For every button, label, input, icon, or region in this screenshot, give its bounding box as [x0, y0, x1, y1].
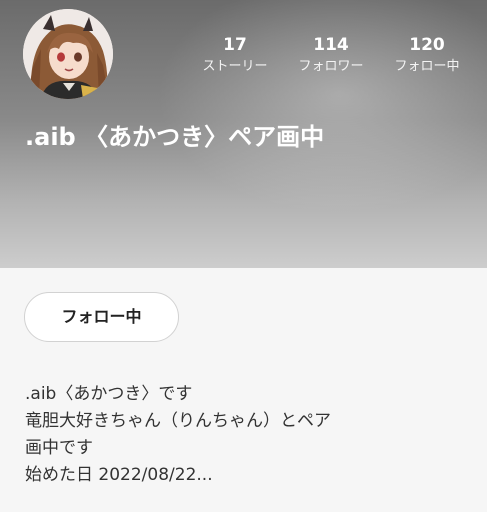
following-stat[interactable]: 120 フォロー中 [382, 34, 472, 76]
anime-character-avatar-icon [23, 9, 113, 99]
stories-count: 17 [223, 35, 247, 55]
following-count: 120 [409, 35, 445, 55]
profile-name: .aib 〈あかつき〉ペア画中 [25, 123, 325, 151]
followers-label: フォロワー [298, 59, 364, 74]
following-label: フォロー中 [394, 59, 460, 74]
avatar[interactable] [23, 9, 113, 99]
stories-label: ストーリー [202, 59, 268, 74]
profile-header: 17 ストーリー 114 フォロワー 120 フォロー中 .aib 〈あかつき〉… [0, 0, 487, 268]
followers-stat[interactable]: 114 フォロワー [286, 34, 376, 76]
bio-line: 始めた日 2022/08/22... [25, 465, 213, 485]
followers-count: 114 [313, 35, 349, 55]
bio-line: .aib〈あかつき〉です [25, 384, 193, 404]
stories-stat[interactable]: 17 ストーリー [190, 34, 280, 76]
profile-bio: .aib〈あかつき〉です 竜胆大好きちゃん（りんちゃん）とペア 画中です 始めた… [25, 381, 331, 489]
following-button[interactable]: フォロー中 [24, 292, 179, 342]
bio-line: 竜胆大好きちゃん（りんちゃん）とペア [25, 411, 331, 431]
bio-line: 画中です [25, 438, 93, 458]
